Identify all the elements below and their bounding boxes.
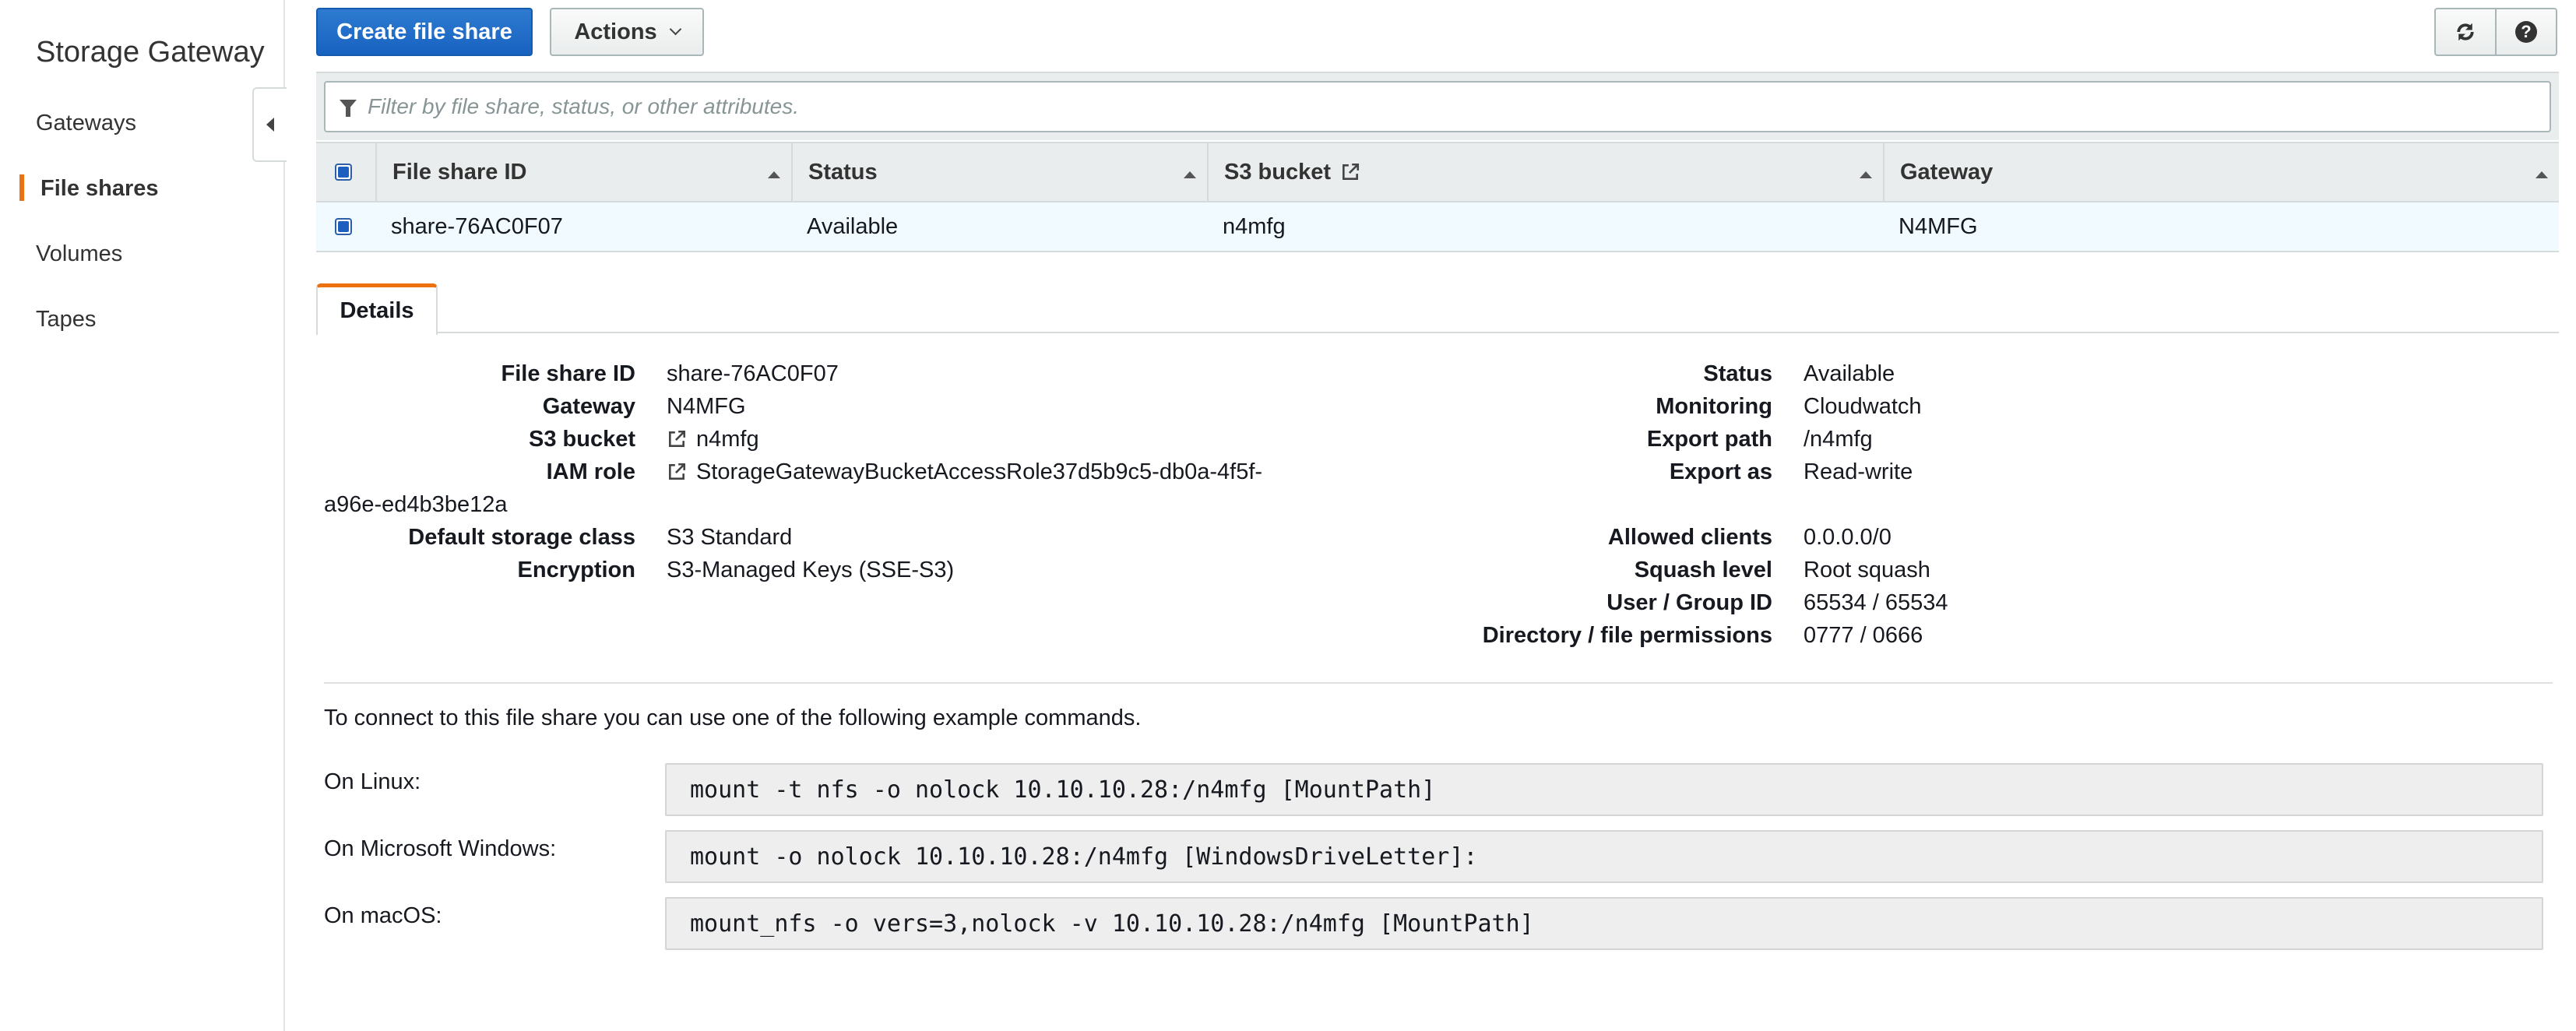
- iam-role-label: IAM role: [546, 459, 635, 484]
- filter-icon: [340, 100, 357, 117]
- section-divider: [324, 682, 2553, 684]
- cell-gateway-link[interactable]: N4MFG: [1883, 202, 2559, 251]
- iam-role-link-continued[interactable]: a96e-ed4b3be12a: [324, 492, 507, 518]
- iam-role-value: StorageGatewayBucketAccessRole37d5b9c5-d…: [696, 459, 1263, 484]
- encryption-label: Encryption: [517, 558, 635, 582]
- select-all-checkbox[interactable]: [316, 143, 375, 201]
- windows-label: On Microsoft Windows:: [324, 836, 557, 861]
- cell-file-share-id: share-76AC0F07: [391, 213, 563, 239]
- filter-box: [324, 81, 2551, 132]
- iam-role-link[interactable]: StorageGatewayBucketAccessRole37d5b9c5-d…: [667, 459, 1262, 485]
- help-button[interactable]: ?: [2495, 8, 2557, 56]
- file-share-id-value: share-76AC0F07: [667, 361, 839, 386]
- detail-tabs: Details: [316, 283, 2559, 335]
- export-path-label: Export path: [1646, 427, 1772, 452]
- cloudwatch-link[interactable]: Cloudwatch: [1804, 394, 1922, 420]
- tab-details[interactable]: Details: [316, 283, 438, 335]
- column-header-s3-bucket[interactable]: S3 bucket: [1207, 143, 1883, 201]
- export-as-value: Read-write: [1804, 459, 1913, 484]
- status-label: Status: [1703, 361, 1772, 386]
- allowed-clients-label: Allowed clients: [1607, 525, 1772, 550]
- create-file-share-button[interactable]: Create file share: [316, 8, 533, 56]
- column-label: Gateway: [1900, 159, 1994, 185]
- sort-up-icon: [768, 171, 780, 178]
- external-link-icon: [669, 463, 686, 480]
- active-indicator: [19, 174, 24, 201]
- user-group-id-value: 65534 / 65534: [1804, 590, 1948, 615]
- sidebar-item-tapes[interactable]: Tapes: [36, 307, 96, 333]
- service-title: Storage Gateway: [36, 36, 265, 69]
- permissions-value: 0777 / 0666: [1804, 623, 1923, 648]
- commands-intro: To connect to this file share you can us…: [324, 706, 1142, 730]
- allowed-clients-value: 0.0.0.0/0: [1804, 525, 1892, 550]
- table-row[interactable]: share-76AC0F07 Available n4mfg N4MFG: [316, 202, 2559, 252]
- squash-level-value: Root squash: [1804, 558, 1930, 582]
- column-header-gateway[interactable]: Gateway: [1883, 143, 2559, 201]
- encryption-value: S3-Managed Keys (SSE-S3): [667, 558, 955, 582]
- sidebar-item-gateways[interactable]: Gateways: [36, 111, 136, 136]
- file-share-id-label: File share ID: [501, 361, 635, 386]
- chevron-down-icon: [669, 23, 681, 35]
- linux-label: On Linux:: [324, 769, 421, 794]
- caret-left-icon: [266, 118, 274, 132]
- column-header-status[interactable]: Status: [791, 143, 1207, 201]
- sort-up-icon: [2536, 171, 2548, 178]
- s3-bucket-link[interactable]: n4mfg: [667, 427, 759, 452]
- s3-bucket-label: S3 bucket: [529, 427, 635, 452]
- refresh-button[interactable]: [2434, 8, 2497, 56]
- sort-up-icon: [1860, 171, 1872, 178]
- actions-button[interactable]: Actions: [550, 8, 704, 56]
- linux-command[interactable]: mount -t nfs -o nolock 10.10.10.28:/n4mf…: [665, 763, 2543, 816]
- external-link-icon: [669, 430, 686, 447]
- sidebar-item-file-shares[interactable]: File shares: [40, 176, 159, 202]
- permissions-label: Directory / file permissions: [1482, 623, 1772, 648]
- refresh-icon: [2457, 23, 2474, 41]
- column-header-file-share-id[interactable]: File share ID: [375, 143, 791, 201]
- filter-bar: [316, 72, 2559, 140]
- monitoring-label: Monitoring: [1656, 394, 1772, 419]
- help-icon: ?: [2515, 21, 2537, 43]
- external-link-icon: [1343, 163, 1360, 180]
- export-path-value: /n4mfg: [1804, 427, 1873, 452]
- cell-status: Available: [807, 213, 899, 239]
- user-group-id-label: User / Group ID: [1606, 590, 1772, 615]
- table-header: File share ID Status S3 bucket Gateway: [316, 142, 2559, 202]
- macos-command[interactable]: mount_nfs -o vers=3,nolock -v 10.10.10.2…: [665, 897, 2543, 950]
- cell-s3-bucket-link[interactable]: n4mfg: [1207, 202, 1883, 251]
- column-label: S3 bucket: [1224, 159, 1331, 185]
- sort-up-icon: [1184, 171, 1196, 178]
- sidebar: Storage Gateway Gateways File shares Vol…: [0, 0, 285, 1031]
- column-label: Status: [808, 159, 878, 185]
- s3-bucket-value: n4mfg: [696, 427, 759, 452]
- sidebar-collapse-button[interactable]: [252, 87, 287, 162]
- gateway-label: Gateway: [542, 394, 635, 419]
- gateway-link[interactable]: N4MFG: [667, 394, 746, 420]
- status-value: Available: [1804, 361, 1895, 386]
- column-label: File share ID: [392, 159, 527, 185]
- windows-command[interactable]: mount -o nolock 10.10.10.28:/n4mfg [Wind…: [665, 830, 2543, 883]
- sidebar-item-volumes[interactable]: Volumes: [36, 241, 122, 267]
- file-shares-table: File share ID Status S3 bucket Gateway s…: [316, 142, 2559, 252]
- filter-input[interactable]: [368, 89, 2532, 125]
- storage-class-label: Default storage class: [408, 525, 635, 550]
- row-checkbox[interactable]: [316, 202, 375, 251]
- storage-class-value: S3 Standard: [667, 525, 793, 550]
- export-as-label: Export as: [1669, 459, 1772, 484]
- macos-label: On macOS:: [324, 903, 442, 928]
- actions-label: Actions: [574, 19, 657, 44]
- squash-level-label: Squash level: [1634, 558, 1772, 582]
